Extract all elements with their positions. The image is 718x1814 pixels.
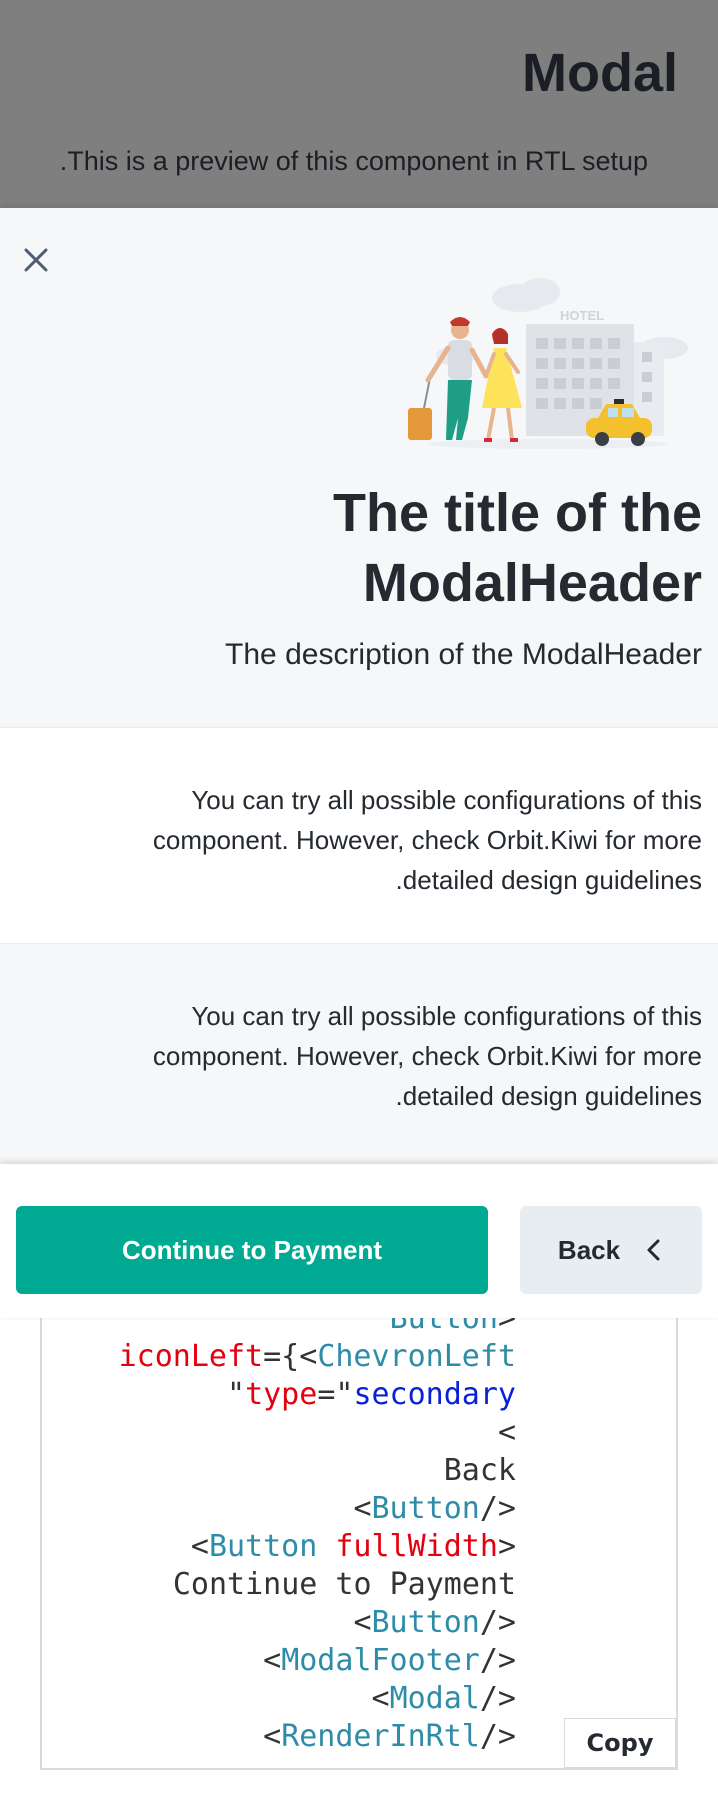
chevron-left-icon <box>647 1239 660 1261</box>
code-token: RenderInRtl <box>281 1719 480 1754</box>
code-token: Button <box>371 1605 480 1640</box>
code-token: < <box>263 1643 282 1678</box>
code-line: Back <box>119 1452 516 1490</box>
code-token: < <box>190 1529 209 1564</box>
code-token: /> <box>479 1643 516 1678</box>
code-token: < <box>353 1491 372 1526</box>
page-description: .This is a preview of this component in … <box>59 146 648 176</box>
code-token: =" <box>317 1377 354 1412</box>
code-token: < <box>353 1605 372 1640</box>
modal-description: The description of the ModalHeader <box>225 638 702 671</box>
modal-footer: Continue to Payment Back <box>0 1164 718 1318</box>
code-token: " <box>227 1377 246 1412</box>
code-line: Continue to Payment <box>119 1566 516 1604</box>
close-icon <box>24 248 48 272</box>
hotel-couple-taxi-illustration: HOTEL <box>408 278 688 449</box>
code-line: <RenderInRtl/> <box>119 1718 516 1756</box>
section-text: You can try all possible configurations … <box>152 785 702 895</box>
code-token: /> <box>479 1491 516 1526</box>
code-token: secondary <box>353 1377 516 1412</box>
modal-section: You can try all possible configurations … <box>0 944 718 1172</box>
code-token: < <box>497 1415 516 1450</box>
code-token: /> <box>479 1719 516 1754</box>
section-text: You can try all possible configurations … <box>152 1001 702 1111</box>
code-token: ChevronLeft <box>317 1339 516 1374</box>
code-token: Modal <box>389 1681 480 1716</box>
code-token: Button <box>208 1529 318 1564</box>
modal: HOTEL The title of the ModalHeader The d… <box>0 208 718 1318</box>
code-token: /> <box>479 1605 516 1640</box>
continue-to-payment-button[interactable]: Continue to Payment <box>16 1206 488 1294</box>
code-token: Button <box>371 1491 480 1526</box>
back-button[interactable]: Back <box>520 1206 702 1294</box>
code-line: <Button/> <box>119 1604 516 1642</box>
code-line: <Button/> <box>119 1490 516 1528</box>
code-token: > <box>497 1529 516 1564</box>
code-token: fullWidth <box>335 1529 498 1564</box>
code-line: < <box>119 1414 516 1452</box>
code-line: <Modal/> <box>119 1680 517 1718</box>
modal-overlay[interactable]: Modal .This is a preview of this compone… <box>0 0 718 208</box>
code-token: ModalFooter <box>281 1643 480 1678</box>
page-title: Modal <box>522 43 678 103</box>
modal-title: The title of the ModalHeader <box>333 483 702 613</box>
code-token: ={< <box>263 1339 318 1374</box>
code-line: <Button fullWidth> <box>119 1528 516 1566</box>
code-lines: Button> iconLeft={<ChevronLeft "type="seco… <box>119 1300 516 1756</box>
code-line: "type="secondary <box>119 1376 516 1414</box>
code-block: Button> iconLeft={<ChevronLeft "type="seco… <box>40 1300 678 1770</box>
code-token: < <box>371 1681 390 1716</box>
copy-button[interactable]: Copy <box>564 1718 676 1768</box>
modal-section: You can try all possible configurations … <box>0 728 718 944</box>
code-token: /> <box>479 1681 516 1716</box>
code-token: Continue to Payment <box>172 1567 516 1602</box>
back-button-label: Back <box>557 1234 621 1265</box>
code-token: type <box>245 1377 318 1412</box>
code-line: iconLeft={<ChevronLeft <box>119 1338 516 1376</box>
close-button[interactable] <box>14 238 58 282</box>
code-line: <ModalFooter/> <box>119 1642 516 1680</box>
hotel-sign: HOTEL <box>560 308 604 323</box>
code-token: < <box>263 1719 282 1754</box>
code-token: Back <box>443 1453 516 1488</box>
code-token: iconLeft <box>118 1339 264 1374</box>
modal-header: HOTEL The title of the ModalHeader The d… <box>0 208 718 728</box>
